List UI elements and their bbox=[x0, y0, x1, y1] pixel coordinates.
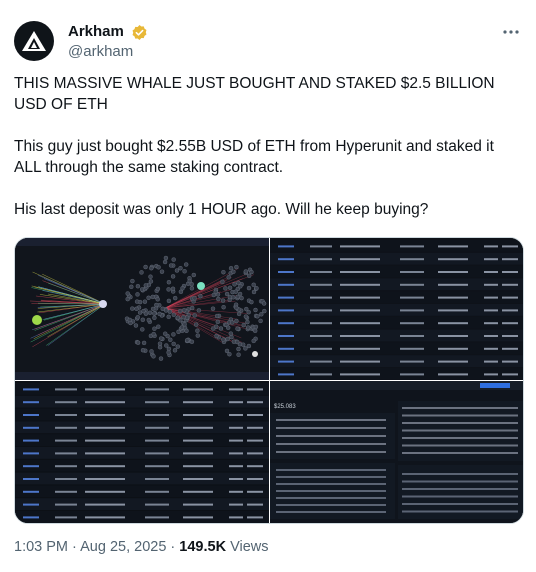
display-name[interactable]: Arkham bbox=[68, 22, 124, 42]
graph-visualization bbox=[15, 238, 269, 380]
tweet-meta: 1:03 PM · Aug 25, 2025 · 149.5K Views bbox=[14, 537, 269, 557]
avatar[interactable] bbox=[14, 21, 54, 61]
tweet-media[interactable]: $25.083 bbox=[14, 237, 524, 524]
tweet-text: THIS MASSIVE WHALE JUST BOUGHT AND STAKE… bbox=[14, 75, 495, 218]
tweet-header: Arkham @arkham bbox=[14, 19, 522, 63]
media-image-transfers-bottom[interactable] bbox=[15, 381, 269, 523]
meta-separator: · bbox=[72, 539, 77, 555]
meta-separator-2: · bbox=[170, 539, 176, 555]
entity-dashboard: $25.083 bbox=[270, 381, 523, 523]
dashboard-value: $25.083 bbox=[274, 404, 296, 410]
author-block: Arkham @arkham bbox=[68, 22, 148, 62]
more-dots-icon bbox=[503, 30, 519, 34]
post-time[interactable]: 1:03 PM bbox=[14, 539, 68, 555]
media-image-graph[interactable] bbox=[15, 238, 269, 380]
verified-badge-icon bbox=[132, 24, 147, 40]
post-date[interactable]: Aug 25, 2025 bbox=[80, 539, 166, 555]
transfers-table-2 bbox=[15, 381, 269, 523]
media-image-dashboard[interactable]: $25.083 bbox=[270, 381, 523, 523]
media-image-transfers-top[interactable] bbox=[270, 238, 523, 380]
arkham-logo-icon bbox=[22, 31, 46, 51]
views-label: Views bbox=[230, 539, 269, 555]
more-options-button[interactable] bbox=[500, 21, 522, 43]
transfers-table bbox=[270, 238, 523, 380]
views-count: 149.5K bbox=[179, 539, 227, 555]
handle[interactable]: @arkham bbox=[68, 42, 148, 62]
